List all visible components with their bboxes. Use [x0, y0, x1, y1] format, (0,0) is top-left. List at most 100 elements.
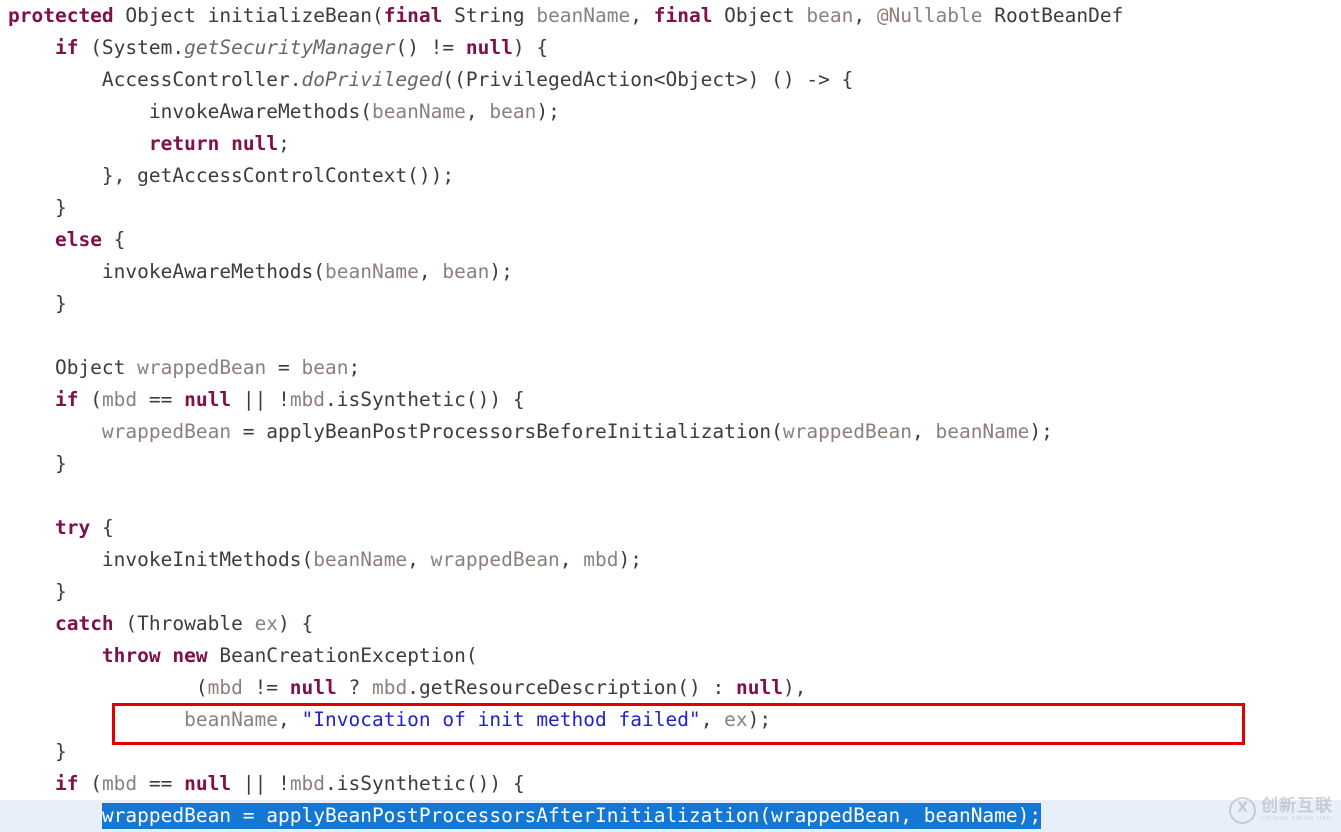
code-line[interactable]: invokeAwareMethods(beanName, bean); — [0, 256, 1341, 288]
code-token-id: bean — [442, 260, 490, 283]
code-token-mth: doPrivileged — [301, 68, 443, 91]
code-token-id: ex — [254, 612, 279, 635]
code-token-pln: .isSynthetic()) { — [325, 388, 525, 411]
code-line[interactable]: else { — [0, 224, 1341, 256]
code-token-kw: null — [184, 772, 232, 795]
code-token-id: mbd — [101, 772, 138, 795]
code-token-pln: ( — [78, 772, 102, 795]
code-token-kw: try — [54, 516, 91, 539]
code-line[interactable]: } — [0, 448, 1341, 480]
code-token-pln: , — [853, 4, 877, 27]
code-token-id: wrappedBean — [782, 420, 912, 443]
code-line[interactable]: if (mbd == null || !mbd.isSynthetic()) { — [0, 768, 1341, 800]
code-token-id: wrappedBean — [430, 548, 560, 571]
code-token-pln: , — [418, 260, 443, 283]
code-token-pln — [219, 132, 231, 155]
code-token-kw: catch — [54, 612, 114, 635]
selected-text-run[interactable]: wrappedBean = applyBeanPostProcessorsAft… — [101, 803, 1042, 829]
code-viewer-screen: protected Object initializeBean(final St… — [0, 0, 1341, 832]
code-token-kw: final — [383, 4, 443, 27]
code-token-pln: AccessController. — [8, 68, 302, 91]
code-line[interactable]: return null; — [0, 128, 1341, 160]
code-line[interactable]: Object wrappedBean = bean; — [0, 352, 1341, 384]
code-token-pln — [8, 708, 184, 731]
code-token-pln: (Throwable — [113, 612, 255, 635]
code-token-pln — [8, 804, 102, 827]
code-token-kw: null — [735, 676, 783, 699]
code-line[interactable]: if (System.getSecurityManager() != null)… — [0, 32, 1341, 64]
watermark-text: 创新互联 CHUANG XIN HU LIAN — [1261, 798, 1333, 823]
code-token-id: bean — [806, 4, 854, 27]
code-token-pln: ) { — [512, 36, 549, 59]
code-line[interactable]: AccessController.doPrivileged((Privilege… — [0, 64, 1341, 96]
code-token-id: beanName — [536, 4, 631, 27]
code-token-str: "Invocation of init method failed" — [301, 708, 701, 731]
code-line[interactable]: invokeAwareMethods(beanName, bean); — [0, 96, 1341, 128]
code-line[interactable]: (mbd != null ? mbd.getResourceDescriptio… — [0, 672, 1341, 704]
code-line[interactable]: try { — [0, 512, 1341, 544]
code-token-id: wrappedBean — [101, 420, 232, 443]
code-token-pln: String — [442, 4, 537, 27]
code-token-id: mbd — [583, 548, 619, 571]
code-token-pln: } — [8, 196, 67, 219]
code-line[interactable]: } — [0, 192, 1341, 224]
code-token-pln: ); — [747, 708, 772, 731]
code-token-pln: ); — [1017, 804, 1042, 827]
code-token-pln: }, getAccessControlContext()); — [8, 164, 455, 187]
code-token-id: bean — [489, 100, 537, 123]
code-token-pln: .getResourceDescription() : — [407, 676, 736, 699]
code-line[interactable]: wrappedBean = applyBeanPostProcessorsAft… — [0, 800, 1341, 832]
code-token-pln: BeanCreationException( — [207, 644, 478, 667]
code-line[interactable]: }, getAccessControlContext()); — [0, 160, 1341, 192]
code-token-kw: null — [231, 132, 279, 155]
code-token-pln: , — [911, 420, 936, 443]
code-token-pln: ) { — [278, 612, 314, 635]
code-token-pln: , — [559, 548, 584, 571]
code-token-kw: return — [148, 132, 220, 155]
code-token-kw: final — [653, 4, 713, 27]
code-token-id: beanName — [184, 708, 279, 731]
code-token-pln: ); — [489, 260, 513, 283]
watermark-logo-icon: X — [1229, 797, 1256, 824]
code-token-pln: ( — [8, 676, 208, 699]
code-token-pln: , — [900, 804, 924, 827]
code-line[interactable]: throw new BeanCreationException( — [0, 640, 1341, 672]
code-token-id: beanName — [313, 548, 408, 571]
code-line[interactable]: wrappedBean = applyBeanPostProcessorsBef… — [0, 416, 1341, 448]
code-line[interactable]: if (mbd == null || !mbd.isSynthetic()) { — [0, 384, 1341, 416]
code-token-kw: null — [465, 36, 513, 59]
code-token-pln: RootBeanDef — [982, 4, 1124, 27]
code-line[interactable]: catch (Throwable ex) { — [0, 608, 1341, 640]
code-line[interactable] — [0, 480, 1341, 512]
code-token-pln — [161, 644, 173, 667]
code-token-pln: == — [137, 772, 185, 795]
code-token-kw: if — [54, 36, 79, 59]
code-token-pln: == — [137, 388, 185, 411]
code-token-pln: { — [101, 228, 126, 251]
code-token-pln: invokeInitMethods( — [8, 548, 314, 571]
code-line[interactable]: } — [0, 576, 1341, 608]
code-line[interactable]: } — [0, 736, 1341, 768]
code-token-pln — [8, 388, 55, 411]
code-token-id: mbd — [101, 388, 138, 411]
code-editor-content[interactable]: protected Object initializeBean(final St… — [0, 0, 1341, 832]
code-token-id: mbd — [372, 676, 408, 699]
code-token-pln: .isSynthetic()) { — [325, 772, 525, 795]
code-line[interactable]: beanName, "Invocation of init method fai… — [0, 704, 1341, 736]
code-token-pln: } — [8, 292, 67, 315]
code-token-kw: protected — [8, 4, 114, 27]
code-token-pln: } — [8, 740, 67, 763]
code-line[interactable]: } — [0, 288, 1341, 320]
code-token-mth: getSecurityManager — [184, 36, 396, 59]
code-line[interactable]: protected Object initializeBean(final St… — [0, 0, 1341, 32]
code-token-pln: ); — [1029, 420, 1053, 443]
code-token-id: mbd — [289, 388, 326, 411]
code-token-pln: () != — [395, 36, 466, 59]
code-token-pln: } — [8, 452, 67, 475]
code-line[interactable] — [0, 320, 1341, 352]
code-token-pln — [8, 132, 149, 155]
code-token-pln — [8, 420, 102, 443]
code-token-id: beanName — [935, 420, 1030, 443]
code-token-pln: , — [278, 708, 302, 731]
code-line[interactable]: invokeInitMethods(beanName, wrappedBean,… — [0, 544, 1341, 576]
